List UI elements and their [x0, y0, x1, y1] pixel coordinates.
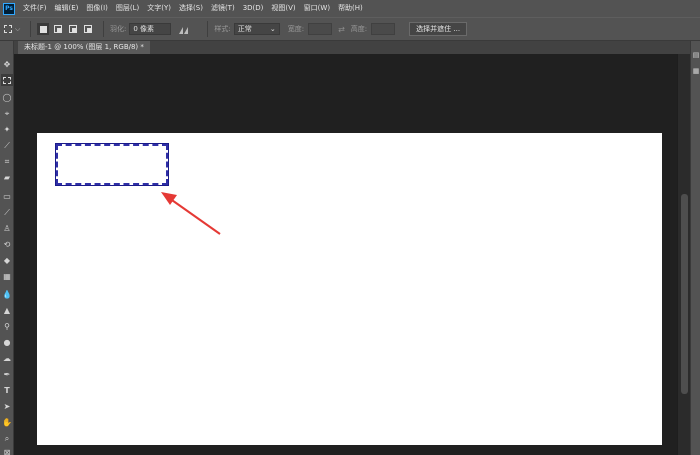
document-tab[interactable]: 未标题-1 @ 100% (图层 1, RGB/8) *: [18, 41, 150, 54]
width-label: 宽度:: [287, 25, 305, 33]
tool-preset-picker[interactable]: ⌵: [4, 22, 24, 36]
style-value: 正常: [237, 25, 252, 33]
lasso-icon[interactable]: ◯: [1, 92, 13, 104]
canvas-workspace[interactable]: [14, 54, 677, 455]
intersect-selection-button[interactable]: [82, 23, 94, 35]
select-and-mask-button[interactable]: 选择并遮住 ...: [409, 22, 468, 36]
quick-selection-icon[interactable]: ⌖: [1, 108, 13, 120]
document-tab-bar: 未标题-1 @ 100% (图层 1, RGB/8) *: [14, 41, 690, 54]
type-icon[interactable]: T: [1, 385, 13, 397]
new-selection-icon: [39, 25, 47, 33]
vertical-scrollbar[interactable]: [677, 54, 690, 455]
ruler-icon[interactable]: ▰: [1, 172, 13, 184]
eraser-icon[interactable]: ◆: [1, 255, 13, 267]
eyedropper-icon[interactable]: ⟋: [1, 140, 13, 152]
menu-type[interactable]: 文字(Y): [143, 0, 175, 17]
divider: [103, 21, 104, 37]
style-label: 样式:: [214, 25, 231, 33]
crop-icon[interactable]: ⌗: [1, 156, 13, 168]
menu-3d[interactable]: 3D(D): [239, 0, 268, 17]
intersect-selection-icon: [84, 25, 92, 33]
chevron-down-icon: ⌵: [15, 24, 21, 33]
feather-label: 羽化:: [110, 25, 127, 33]
burn-icon[interactable]: ●: [1, 337, 13, 349]
menu-help[interactable]: 帮助(H): [334, 0, 367, 17]
gradient-icon[interactable]: ▦: [1, 271, 13, 283]
menu-layer[interactable]: 图层(L): [112, 0, 143, 17]
annotation-arrow-shaft: [168, 197, 221, 235]
brush-icon[interactable]: ⟋: [1, 207, 13, 219]
menu-window[interactable]: 窗口(W): [300, 0, 334, 17]
new-selection-button[interactable]: [37, 23, 49, 35]
anti-alias-icon[interactable]: [179, 24, 195, 34]
menu-edit[interactable]: 编辑(E): [51, 0, 83, 17]
divider: [30, 21, 31, 37]
photoshop-logo-icon: Ps: [3, 2, 15, 15]
chevron-down-icon: ⌄: [269, 25, 276, 33]
right-panel-strip: ▤ ▦: [690, 41, 700, 455]
menu-image[interactable]: 图像(I): [82, 0, 112, 17]
subtract-from-selection-icon: [69, 25, 77, 33]
sponge-icon[interactable]: ☁: [1, 353, 13, 365]
width-input[interactable]: [308, 23, 333, 35]
menu-filter[interactable]: 滤镜(T): [207, 0, 239, 17]
frame-icon[interactable]: ⊠: [1, 447, 13, 455]
rectangular-marquee-icon[interactable]: [1, 74, 13, 86]
rectangular-marquee-icon: [4, 25, 12, 33]
add-to-selection-button[interactable]: [52, 23, 64, 35]
subtract-from-selection-button[interactable]: [67, 23, 79, 35]
spot-healing-icon[interactable]: ▭: [1, 191, 13, 203]
feather-input[interactable]: 0 像素: [129, 23, 172, 35]
options-bar: ⌵ 羽化: 0 像素 样式: 正常 ⌄ 宽度: ⇄ 高度: 选择并遮住 ...: [0, 17, 700, 41]
menu-bar: Ps 文件(F) 编辑(E) 图像(I) 图层(L) 文字(Y) 选择(S) 滤…: [0, 0, 700, 17]
add-to-selection-icon: [54, 25, 62, 33]
style-select[interactable]: 正常 ⌄: [233, 23, 280, 35]
blur-icon[interactable]: 💧: [1, 289, 13, 301]
dodge-icon[interactable]: ⚲: [1, 321, 13, 333]
clone-stamp-icon[interactable]: ♙: [1, 223, 13, 235]
menu-file[interactable]: 文件(F): [19, 0, 51, 17]
height-label: 高度:: [350, 25, 368, 33]
height-input[interactable]: [371, 23, 396, 35]
divider: [207, 21, 209, 37]
path-selection-icon[interactable]: ➤: [1, 401, 13, 413]
photoshop-window: Ps 文件(F) 编辑(E) 图像(I) 图层(L) 文字(Y) 选择(S) 滤…: [0, 0, 700, 455]
menu-select[interactable]: 选择(S): [175, 0, 207, 17]
hand-icon[interactable]: ✋: [1, 417, 13, 429]
zoom-icon[interactable]: ⌕: [1, 433, 13, 445]
menu-view[interactable]: 视图(V): [267, 0, 299, 17]
tools-panel: ✥ ◯ ⌖ ✦ ⟋ ⌗ ▰ ▭ ⟋ ♙ ⟲ ◆ ▦ 💧 ▲ ⚲ ● ☁ ✒ T …: [0, 41, 14, 455]
pen-icon[interactable]: ✒: [1, 369, 13, 381]
history-brush-icon[interactable]: ⟲: [1, 239, 13, 251]
sharpen-icon[interactable]: ▲: [1, 305, 13, 317]
move-icon[interactable]: ✥: [1, 59, 13, 71]
swap-width-height-icon[interactable]: ⇄: [338, 25, 345, 34]
panel-icon[interactable]: ▦: [692, 67, 700, 75]
annotation-arrow: [161, 192, 221, 235]
magic-wand-icon[interactable]: ✦: [1, 124, 13, 136]
scrollbar-thumb[interactable]: [681, 194, 688, 394]
panel-icon[interactable]: ▤: [692, 51, 700, 59]
